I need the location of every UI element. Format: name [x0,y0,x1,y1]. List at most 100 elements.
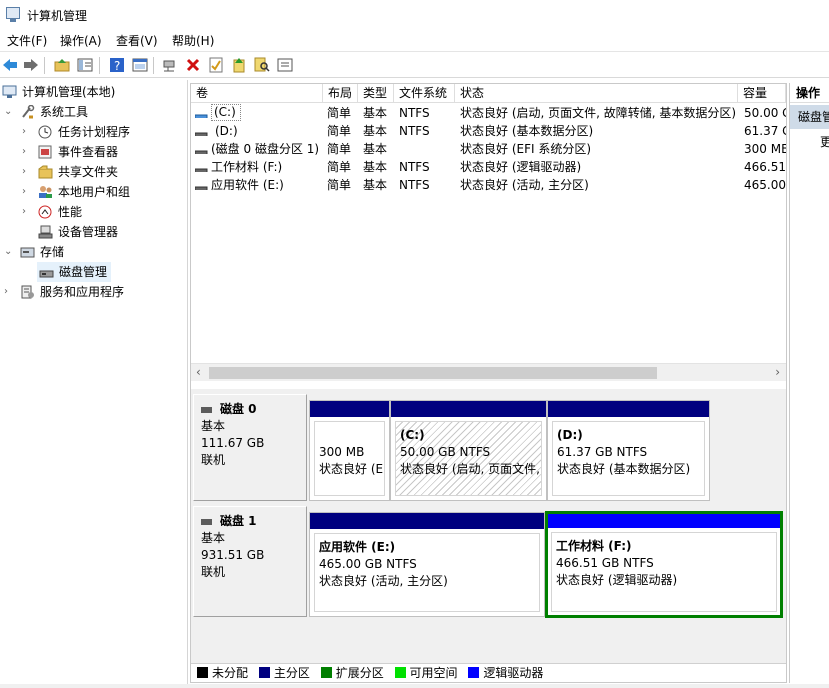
device-manager-icon [38,225,53,239]
partition-status: 状态良好 (启动, 页面文件, 故障转储, 基本数据分区) [400,462,541,476]
volume-filesystem: NTFS [399,160,430,174]
legend-swatch-extended [320,667,332,678]
table-row[interactable]: (D:) 简单 基本 NTFS 状态良好 (基本数据分区) 61.37 G [191,122,786,140]
connect-icon[interactable] [161,56,179,74]
computer-management-icon [2,85,17,99]
properties-icon[interactable] [207,56,225,74]
tree-label-storage: 存储 [40,245,65,259]
chevron-left-icon[interactable]: ‹ [196,365,201,379]
partition-d[interactable]: (D:) 61.37 GB NTFS 状态良好 (基本数据分区) [547,400,710,501]
column-header-status[interactable]: 状态 [455,84,738,103]
volume-type: 基本 [363,124,388,138]
column-header-capacity[interactable]: 容量 [738,84,786,103]
legend-swatch-free [394,667,406,678]
table-row[interactable]: (C:) 简单 基本 NTFS 状态良好 (启动, 页面文件, 故障转储, 基本… [191,104,786,122]
chevron-right-icon[interactable]: › [22,182,32,202]
partition-type-bar [548,514,780,528]
volume-capacity: 465.00 [744,178,786,192]
tree-item-device-manager[interactable]: 设备管理器 [38,222,188,242]
tree-label-device-manager: 设备管理器 [58,225,119,239]
performance-icon [38,205,53,219]
disk-0-state: 联机 [201,453,226,467]
tree-item-disk-management[interactable]: 磁盘管理 [37,262,111,282]
menu-help[interactable]: 帮助(H) [172,32,214,49]
tree-item-task-scheduler[interactable]: › 任务计划程序 [22,122,188,142]
chevron-right-icon[interactable]: › [22,142,32,162]
navigation-tree: 计算机管理(本地) ⌄ 系统工具 › 任务计划程序 › 事件查看器 › 共享文件… [0,80,188,688]
column-header-volume[interactable]: 卷 [191,84,323,103]
legend-label: 主分区 [273,666,310,680]
volume-filesystem: NTFS [399,178,430,192]
legend-label: 逻辑驱动器 [483,666,544,680]
tree-item-root[interactable]: 计算机管理(本地) [2,82,188,102]
tree-label-task-scheduler: 任务计划程序 [58,125,131,139]
tree-item-storage[interactable]: ⌄ 存储 [4,242,188,262]
menu-action[interactable]: 操作(A) [60,32,102,49]
disk-0-type: 基本 [201,419,226,433]
disk-0-label[interactable]: 磁盘 0 基本 111.67 GB 联机 [193,394,307,501]
search-icon[interactable] [253,56,271,74]
refresh-icon[interactable] [230,56,248,74]
tree-item-services[interactable]: › 服务和应用程序 [4,282,188,302]
chevron-right-icon[interactable]: › [22,162,32,182]
actions-more[interactable]: 更 [820,133,829,150]
chevron-right-icon[interactable]: › [22,202,32,222]
view-icon[interactable] [131,56,149,74]
drive-icon [195,163,208,172]
tree-item-shared-folders[interactable]: › 共享文件夹 [22,162,188,182]
partition-info: (D:) 61.37 GB NTFS 状态良好 (基本数据分区) [552,421,705,496]
disk-icon [201,406,212,413]
forward-arrow-icon[interactable] [22,56,40,74]
list-icon[interactable] [276,56,294,74]
menu-file[interactable]: 文件(F) [7,32,47,49]
partition-title [319,427,384,444]
column-header-type[interactable]: 类型 [358,84,394,103]
shared-folder-icon [38,165,53,179]
tree-item-performance[interactable]: › 性能 [22,202,188,222]
column-header-layout[interactable]: 布局 [323,84,358,103]
services-icon [20,285,35,299]
chevron-down-icon[interactable]: ⌄ [4,102,14,122]
computer-management-icon [6,7,20,22]
help-icon[interactable]: ? [108,56,126,74]
tree-item-system-tools[interactable]: ⌄ 系统工具 [4,102,188,122]
partition-title: (C:) [400,428,425,442]
table-row[interactable]: 工作材料 (F:) 简单 基本 NTFS 状态良好 (逻辑驱动器) 466.51 [191,158,786,176]
partition-f[interactable]: 工作材料 (F:) 466.51 GB NTFS 状态良好 (逻辑驱动器) [545,511,783,618]
partition-status: 状态良好 (EFI 系统分区) [319,462,384,476]
volume-layout: 简单 [327,178,352,192]
volume-capacity: 61.37 G [744,124,786,138]
back-arrow-icon[interactable] [1,56,19,74]
partition-c[interactable]: (C:) 50.00 GB NTFS 状态良好 (启动, 页面文件, 故障转储,… [390,400,547,501]
chevron-right-icon[interactable]: › [775,365,780,379]
chevron-right-icon[interactable]: › [4,282,14,302]
event-viewer-icon [38,145,53,159]
drive-icon [195,127,208,136]
actions-section-disk-management[interactable]: 磁盘管 [790,105,829,129]
partition-e[interactable]: 应用软件 (E:) 465.00 GB NTFS 状态良好 (活动, 主分区) [309,512,545,617]
horizontal-scrollbar[interactable]: ‹ › [191,363,786,381]
partition-info: 应用软件 (E:) 465.00 GB NTFS 状态良好 (活动, 主分区) [314,533,540,612]
volume-status: 状态良好 (EFI 系统分区) [460,142,592,156]
show-hide-tree-icon[interactable] [76,56,94,74]
up-folder-icon[interactable] [53,56,71,74]
menu-bar: 文件(F) 操作(A) 查看(V) 帮助(H) [0,30,829,50]
chevron-right-icon[interactable]: › [22,122,32,142]
disk-1-type: 基本 [201,531,226,545]
legend-label: 未分配 [212,666,249,680]
chevron-down-icon[interactable]: ⌄ [4,242,14,262]
drive-icon [195,145,208,154]
column-header-filesystem[interactable]: 文件系统 [394,84,455,103]
menu-view[interactable]: 查看(V) [116,32,158,49]
volume-status: 状态良好 (逻辑驱动器) [460,160,582,174]
tree-item-event-viewer[interactable]: › 事件查看器 [22,142,188,162]
partition-efi[interactable]: 300 MB 状态良好 (EFI 系统分区) [309,400,390,501]
table-row[interactable]: (磁盘 0 磁盘分区 1) 简单 基本 状态良好 (EFI 系统分区) 300 … [191,140,786,158]
disk-1-state: 联机 [201,565,226,579]
partition-size: 50.00 GB NTFS [400,445,491,459]
table-row[interactable]: 应用软件 (E:) 简单 基本 NTFS 状态良好 (活动, 主分区) 465.… [191,176,786,194]
delete-icon[interactable] [184,56,202,74]
tree-item-local-users[interactable]: › 本地用户和组 [22,182,188,202]
scrollbar-thumb[interactable] [209,367,657,379]
disk-1-label[interactable]: 磁盘 1 基本 931.51 GB 联机 [193,506,307,617]
